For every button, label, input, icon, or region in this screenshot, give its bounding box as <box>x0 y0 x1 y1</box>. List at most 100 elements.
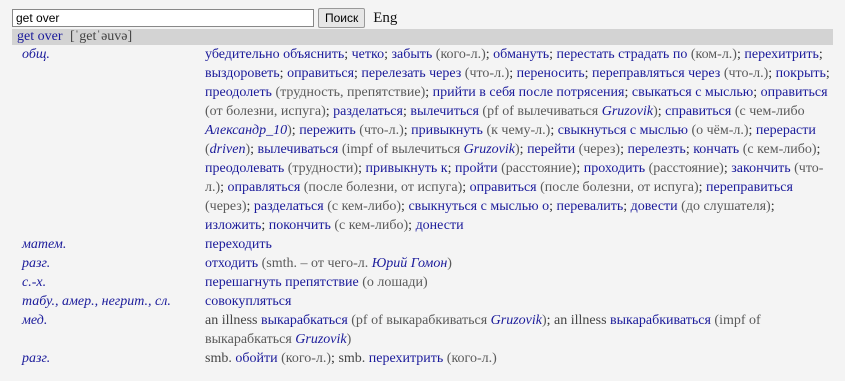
separator: ; <box>447 161 452 176</box>
separator: ; <box>753 85 758 100</box>
subject-label[interactable]: разг. <box>12 349 205 368</box>
author-link[interactable]: Gruzovik <box>295 332 346 347</box>
usage-note: (pf of выкарабкиваться <box>351 313 488 328</box>
translation-link[interactable]: перерасти <box>756 123 816 138</box>
translation-link[interactable]: убедительно объяснить <box>205 47 344 62</box>
usage-note: (smth. – от чего-л. <box>261 256 369 271</box>
subject-label[interactable]: матем. <box>12 235 205 254</box>
author-link[interactable]: Gruzovik <box>602 104 653 119</box>
translation-link[interactable]: покончить <box>269 218 331 233</box>
translation-link[interactable]: пройти <box>455 161 498 176</box>
usage-note: (от болезни, испуга) <box>205 104 326 119</box>
author-link[interactable]: Gruzovik <box>491 313 542 328</box>
translation-link[interactable]: совокупляться <box>205 294 291 309</box>
translations-cell: an illness выкарабкаться (pf of выкарабк… <box>205 311 837 349</box>
translation-link[interactable]: перейти <box>527 142 575 157</box>
translation-link[interactable]: выздороветь <box>205 66 280 81</box>
separator: ; <box>402 104 407 119</box>
usage-note: (что-л.) <box>464 66 510 81</box>
usage-note: (кого-л.) <box>435 47 486 62</box>
search-bar: Поиск Eng <box>12 8 397 28</box>
separator: ; <box>331 351 335 366</box>
translation-link[interactable]: оправляться <box>228 180 301 195</box>
translation-link[interactable]: оправиться <box>761 85 828 100</box>
separator: ; <box>485 47 490 62</box>
translation-link[interactable]: закончить <box>731 161 790 176</box>
translation-link[interactable]: обойти <box>235 351 277 366</box>
translation-link[interactable]: преодолевать <box>205 161 284 176</box>
search-button[interactable]: Поиск <box>318 8 366 28</box>
author-link[interactable]: driven <box>210 142 246 157</box>
translation-link[interactable]: отходить <box>205 256 258 271</box>
translation-link[interactable]: привыкнуть <box>411 123 483 138</box>
translation-link[interactable]: перестать страдать по <box>557 47 688 62</box>
author-link[interactable]: Александр_10 <box>205 123 287 138</box>
translation-link[interactable]: вылечиться <box>410 104 479 119</box>
translation-link[interactable]: обмануть <box>493 47 549 62</box>
translation-link[interactable]: прийти в себя после потрясения <box>433 85 625 100</box>
translation-link[interactable]: перелезать через <box>361 66 461 81</box>
author-link[interactable]: Юрий Гомон <box>372 256 448 271</box>
translation-link[interactable]: довести <box>631 199 678 214</box>
subject-label[interactable]: разг. <box>12 254 205 273</box>
translation-link[interactable]: переносить <box>517 66 585 81</box>
translation-link[interactable]: четко <box>352 47 384 62</box>
translation-link[interactable]: привыкнуть к <box>365 161 447 176</box>
usage-note: (к чему-л.) <box>486 123 551 138</box>
translation-link[interactable]: перелезть <box>627 142 685 157</box>
separator: ; <box>408 218 413 233</box>
headword[interactable]: get over <box>17 29 62 44</box>
translation-link[interactable]: вылечиваться <box>258 142 339 157</box>
translation-link[interactable]: кончать <box>693 142 739 157</box>
separator: ; <box>384 47 388 62</box>
separator: ; <box>519 142 524 157</box>
separator: ; <box>509 66 514 81</box>
translation-link[interactable]: перехитрить <box>744 47 819 62</box>
entry-row: матем. переходить <box>12 235 837 254</box>
translation-link[interactable]: пережить <box>299 123 356 138</box>
usage-note: (ком-л.) <box>690 47 737 62</box>
translation-link[interactable]: выкарабкиваться <box>610 313 711 328</box>
translation-link[interactable]: переходить <box>205 237 272 252</box>
subject-label[interactable]: общ. <box>12 45 205 235</box>
usage-note: (через) <box>578 142 621 157</box>
separator: ; <box>546 313 551 328</box>
translation-link[interactable]: справиться <box>665 104 731 119</box>
separator: ; <box>584 66 589 81</box>
translation-link[interactable]: преодолеть <box>205 85 272 100</box>
separator: ; <box>425 85 430 100</box>
subject-label[interactable]: мед. <box>12 311 205 349</box>
translation-link[interactable]: перехитрить <box>369 351 444 366</box>
translation-link[interactable]: оправиться <box>470 180 537 195</box>
translation-link[interactable]: покрыть <box>776 66 826 81</box>
translation-link[interactable]: переправиться <box>706 180 793 195</box>
separator: ; <box>816 142 821 157</box>
translation-link[interactable]: свыкнуться с мыслью о <box>408 199 549 214</box>
translation-link[interactable]: разделаться <box>254 199 324 214</box>
translation-link[interactable]: изложить <box>205 218 261 233</box>
translation-link[interactable]: переправляться через <box>592 66 720 81</box>
translation-link[interactable]: донести <box>416 218 464 233</box>
translation-link[interactable]: перевалить <box>557 199 624 214</box>
translation-link[interactable]: забыть <box>392 47 433 62</box>
subject-label[interactable]: с.-х. <box>12 273 205 292</box>
translations-cell: убедительно объяснить; четко; забыть (ко… <box>205 45 837 235</box>
translations-cell: совокупляться <box>205 292 837 311</box>
translation-link[interactable]: перешагнуть препятствие <box>205 275 359 290</box>
translation-link[interactable]: оправиться <box>287 66 354 81</box>
usage-note: (pf of вылечиваться <box>482 104 599 119</box>
translation-link[interactable]: проходить <box>584 161 645 176</box>
translation-link[interactable]: свыкаться с мыслью <box>632 85 753 100</box>
translation-link[interactable]: разделаться <box>333 104 403 119</box>
separator: ; <box>768 66 773 81</box>
separator: ; <box>358 161 362 176</box>
author-link[interactable]: Gruzovik <box>464 142 515 157</box>
translation-link[interactable]: свыкнуться с мыслью <box>558 123 688 138</box>
entry-row: общ. убедительно объяснить; четко; забыть… <box>12 45 837 235</box>
language-label[interactable]: Eng <box>373 10 397 27</box>
subject-label[interactable]: табу., амер., негрит., сл. <box>12 292 205 311</box>
separator: ; <box>220 180 225 195</box>
search-input[interactable] <box>12 9 314 27</box>
source-context: an illness <box>205 313 258 328</box>
translation-link[interactable]: выкарабкаться <box>261 313 348 328</box>
